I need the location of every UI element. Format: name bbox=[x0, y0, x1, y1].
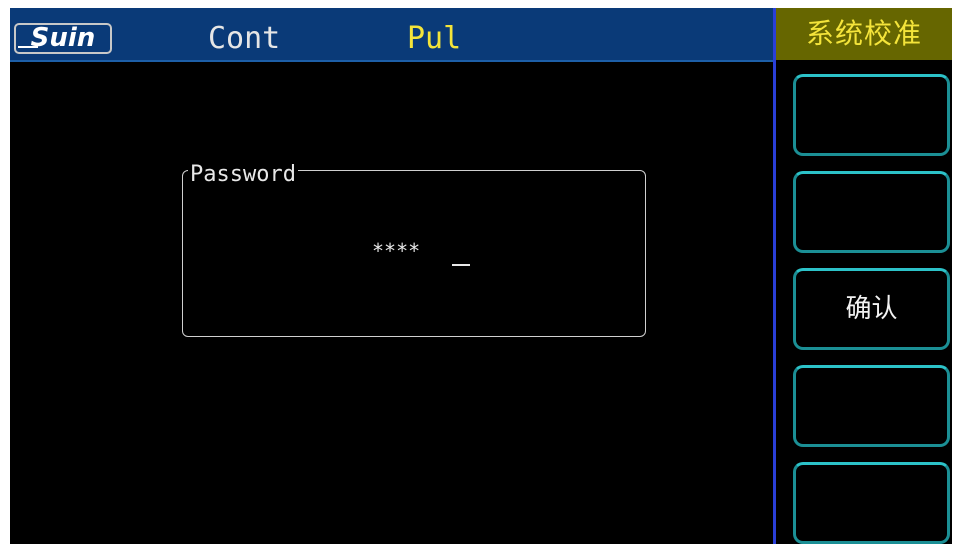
status-bar: Suin Cont Pul bbox=[10, 8, 773, 62]
password-label: Password bbox=[188, 162, 298, 188]
brand-logo: Suin bbox=[14, 23, 112, 54]
logo-underline bbox=[18, 46, 38, 48]
submode-indicator: Pul bbox=[407, 21, 462, 56]
softkey-4[interactable] bbox=[793, 365, 950, 447]
instrument-screen: Suin Cont Pul 系统校准 确认 Password **** bbox=[10, 8, 952, 544]
menu-divider bbox=[773, 8, 776, 544]
softkey-2[interactable] bbox=[793, 171, 950, 253]
softkey-1[interactable] bbox=[793, 74, 950, 156]
confirm-softkey[interactable]: 确认 bbox=[793, 268, 950, 350]
mode-indicator: Cont bbox=[208, 21, 281, 56]
password-field[interactable]: **** bbox=[372, 234, 502, 268]
softkey-5[interactable] bbox=[793, 462, 950, 544]
text-cursor bbox=[452, 264, 470, 266]
menu-title: 系统校准 bbox=[776, 8, 952, 60]
